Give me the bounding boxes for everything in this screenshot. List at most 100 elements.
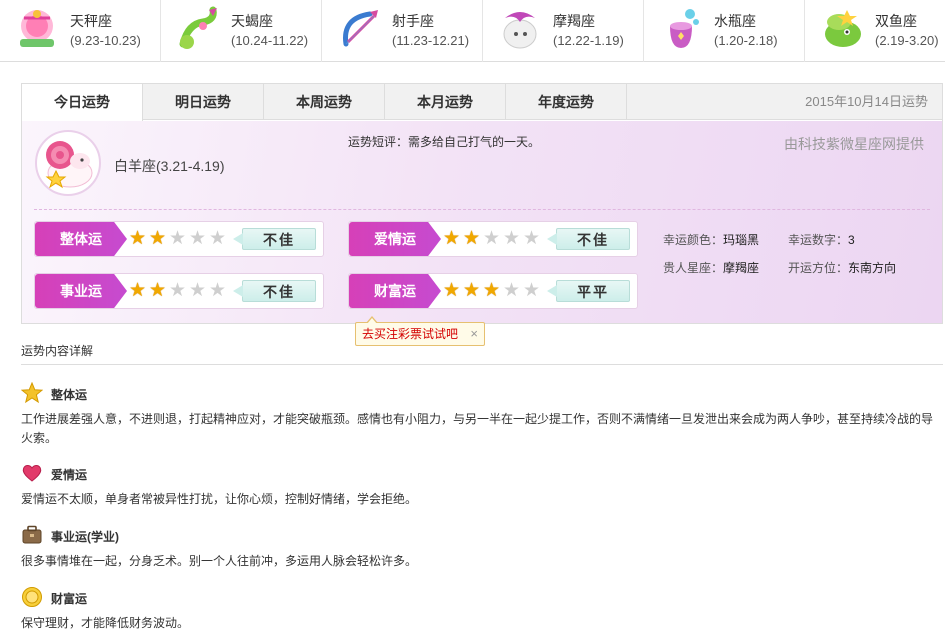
- aries-icon: [35, 130, 101, 196]
- tab-week[interactable]: 本周运势: [264, 84, 385, 120]
- star-rating: ★ ★ ★ ★ ★: [442, 229, 541, 249]
- star-filled-icon: ★: [128, 228, 147, 249]
- zodiac-name: 摩羯座: [553, 13, 595, 29]
- tab-tomorrow[interactable]: 明日运势: [143, 84, 264, 120]
- fortune-date: 2015年10月14日运势: [805, 94, 928, 109]
- star-empty-icon: ★: [208, 228, 227, 249]
- detail-text: 保守理财，才能降低财务波动。: [21, 616, 190, 630]
- rating-love: 爱情运 ★ ★ ★ ★ ★ 不佳: [348, 221, 638, 257]
- fortune-panel: 白羊座(3.21-4.19) 运势短评：需多给自己打气的一天。 由科技紫微星座网…: [22, 121, 942, 323]
- zodiac-name: 射手座: [392, 13, 434, 29]
- star-rating: ★ ★ ★ ★ ★: [128, 281, 227, 301]
- star-filled-icon: ★: [462, 280, 481, 301]
- star-icon: [21, 382, 43, 404]
- zodiac-name: 水瓶座: [714, 13, 756, 29]
- detail-title: 爱情运: [51, 468, 88, 482]
- star-filled-icon: ★: [148, 228, 167, 249]
- detail-wealth: 财富运 保守理财，才能降低财务波动。: [21, 586, 941, 632]
- zodiac-date: (11.23-12.21): [392, 33, 470, 48]
- lucky-color: 幸运颜色：玛瑙黑: [663, 231, 759, 248]
- star-empty-icon: ★: [188, 228, 207, 249]
- zodiac-item-scorpio[interactable]: 天蝎座 (10.24-11.22): [161, 0, 322, 62]
- zodiac-date: (12.22-1.19): [553, 33, 624, 48]
- star-rating: ★ ★ ★ ★ ★: [442, 281, 541, 301]
- zodiac-name: 天秤座: [70, 13, 112, 29]
- lucky-noble-value: 摩羯座: [723, 261, 760, 275]
- rating-label: 爱情运: [349, 222, 441, 256]
- detail-text: 爱情运不太顺，单身者常被异性打扰，让你心烦，控制好情绪，学会拒绝。: [21, 492, 418, 506]
- tab-year[interactable]: 年度运势: [506, 84, 627, 120]
- close-icon[interactable]: ×: [470, 323, 478, 345]
- tab-today[interactable]: 今日运势: [22, 84, 143, 121]
- zodiac-date: (10.24-11.22): [231, 33, 309, 48]
- star-filled-icon: ★: [442, 228, 461, 249]
- heart-icon: [22, 465, 42, 482]
- details-divider: [21, 364, 943, 365]
- lucky-number-key: 幸运数字：: [788, 233, 849, 247]
- capricorn-icon: [503, 12, 537, 49]
- star-empty-icon: ★: [168, 228, 187, 249]
- libra-icon: [20, 10, 54, 47]
- rating-label: 事业运: [35, 274, 127, 308]
- lucky-direction-value: 东南方向: [848, 261, 897, 275]
- detail-text: 工作进展差强人意，不进则退，打起精神应对，才能突破瓶颈。感情也有小阻力，与另一半…: [21, 412, 934, 445]
- lucky-noble-key: 贵人星座：: [663, 261, 724, 275]
- zodiac-item-sagittarius[interactable]: 射手座 (11.23-12.21): [322, 0, 483, 62]
- lucky-noble: 贵人星座：摩羯座: [663, 259, 759, 276]
- star-filled-icon: ★: [128, 280, 147, 301]
- star-empty-icon: ★: [188, 280, 207, 301]
- rating-career: 事业运 ★ ★ ★ ★ ★ 不佳: [34, 273, 324, 309]
- zodiac-date: (1.20-2.18): [714, 33, 778, 48]
- star-rating: ★ ★ ★ ★ ★: [128, 229, 227, 249]
- coin-icon: [22, 587, 42, 607]
- lucky-direction: 开运方位：东南方向: [788, 259, 896, 276]
- zodiac-date: (9.23-10.23): [70, 33, 141, 48]
- star-empty-icon: ★: [482, 228, 501, 249]
- star-filled-icon: ★: [482, 280, 501, 301]
- tab-month[interactable]: 本月运势: [385, 84, 506, 120]
- detail-career: 事业运(学业) 很多事情堆在一起，分身乏术。别一个人往前冲，多运用人脉会轻松许多…: [21, 524, 941, 571]
- zodiac-name: 天蝎座: [231, 13, 273, 29]
- lucky-direction-key: 开运方位：: [788, 261, 849, 275]
- star-empty-icon: ★: [522, 228, 541, 249]
- detail-love: 爱情运 爱情运不太顺，单身者常被异性打扰，让你心烦，控制好情绪，学会拒绝。: [21, 462, 941, 509]
- divider: [34, 209, 930, 210]
- lucky-color-value: 玛瑙黑: [723, 233, 760, 247]
- rating-verdict: 平平: [547, 280, 630, 302]
- zodiac-item-libra[interactable]: 天秤座 (9.23-10.23): [0, 0, 161, 62]
- detail-title: 财富运: [51, 592, 88, 606]
- rating-label: 财富运: [349, 274, 441, 308]
- lucky-number-value: 3: [848, 233, 855, 247]
- star-filled-icon: ★: [442, 280, 461, 301]
- fortune-comment: 运势短评：需多给自己打气的一天。: [348, 135, 541, 149]
- detail-text: 很多事情堆在一起，分身乏术。别一个人往前冲，多运用人脉会轻松许多。: [21, 554, 418, 568]
- zodiac-item-pisces[interactable]: 双鱼座 (2.19-3.20): [805, 0, 945, 62]
- details-title: 运势内容详解: [21, 344, 94, 358]
- sagittarius-icon: [343, 10, 378, 47]
- pisces-icon: [825, 10, 861, 47]
- fortune-tabs: 今日运势 明日运势 本周运势 本月运势 年度运势 2015年10月14日运势: [22, 84, 942, 121]
- star-empty-icon: ★: [522, 280, 541, 301]
- aquarius-icon: [670, 9, 699, 48]
- star-filled-icon: ★: [148, 280, 167, 301]
- detail-title: 整体运: [51, 388, 88, 402]
- rating-label: 整体运: [35, 222, 127, 256]
- star-empty-icon: ★: [502, 228, 521, 249]
- briefcase-icon: [22, 525, 42, 544]
- zodiac-item-aquarius[interactable]: 水瓶座 (1.20-2.18): [644, 0, 805, 62]
- star-empty-icon: ★: [208, 280, 227, 301]
- scorpio-icon: [179, 6, 217, 49]
- detail-title: 事业运(学业): [51, 530, 119, 544]
- provider-label: 由科技紫微星座网提供: [784, 136, 924, 152]
- star-empty-icon: ★: [502, 280, 521, 301]
- detail-overall: 整体运 工作进展差强人意，不进则退，打起精神应对，才能突破瓶颈。感情也有小阻力，…: [21, 382, 941, 448]
- zodiac-item-capricorn[interactable]: 摩羯座 (12.22-1.19): [483, 0, 644, 62]
- rating-overall: 整体运 ★ ★ ★ ★ ★ 不佳: [34, 221, 324, 257]
- fortune-box: 今日运势 明日运势 本周运势 本月运势 年度运势 2015年10月14日运势 白…: [21, 83, 943, 324]
- zodiac-name: 双鱼座: [875, 13, 917, 29]
- lottery-tip[interactable]: 去买注彩票试试吧 ×: [355, 316, 486, 346]
- rating-verdict: 不佳: [233, 228, 316, 250]
- rating-verdict: 不佳: [547, 228, 630, 250]
- lucky-number: 幸运数字：3: [788, 231, 855, 248]
- zodiac-date: (2.19-3.20): [875, 33, 939, 48]
